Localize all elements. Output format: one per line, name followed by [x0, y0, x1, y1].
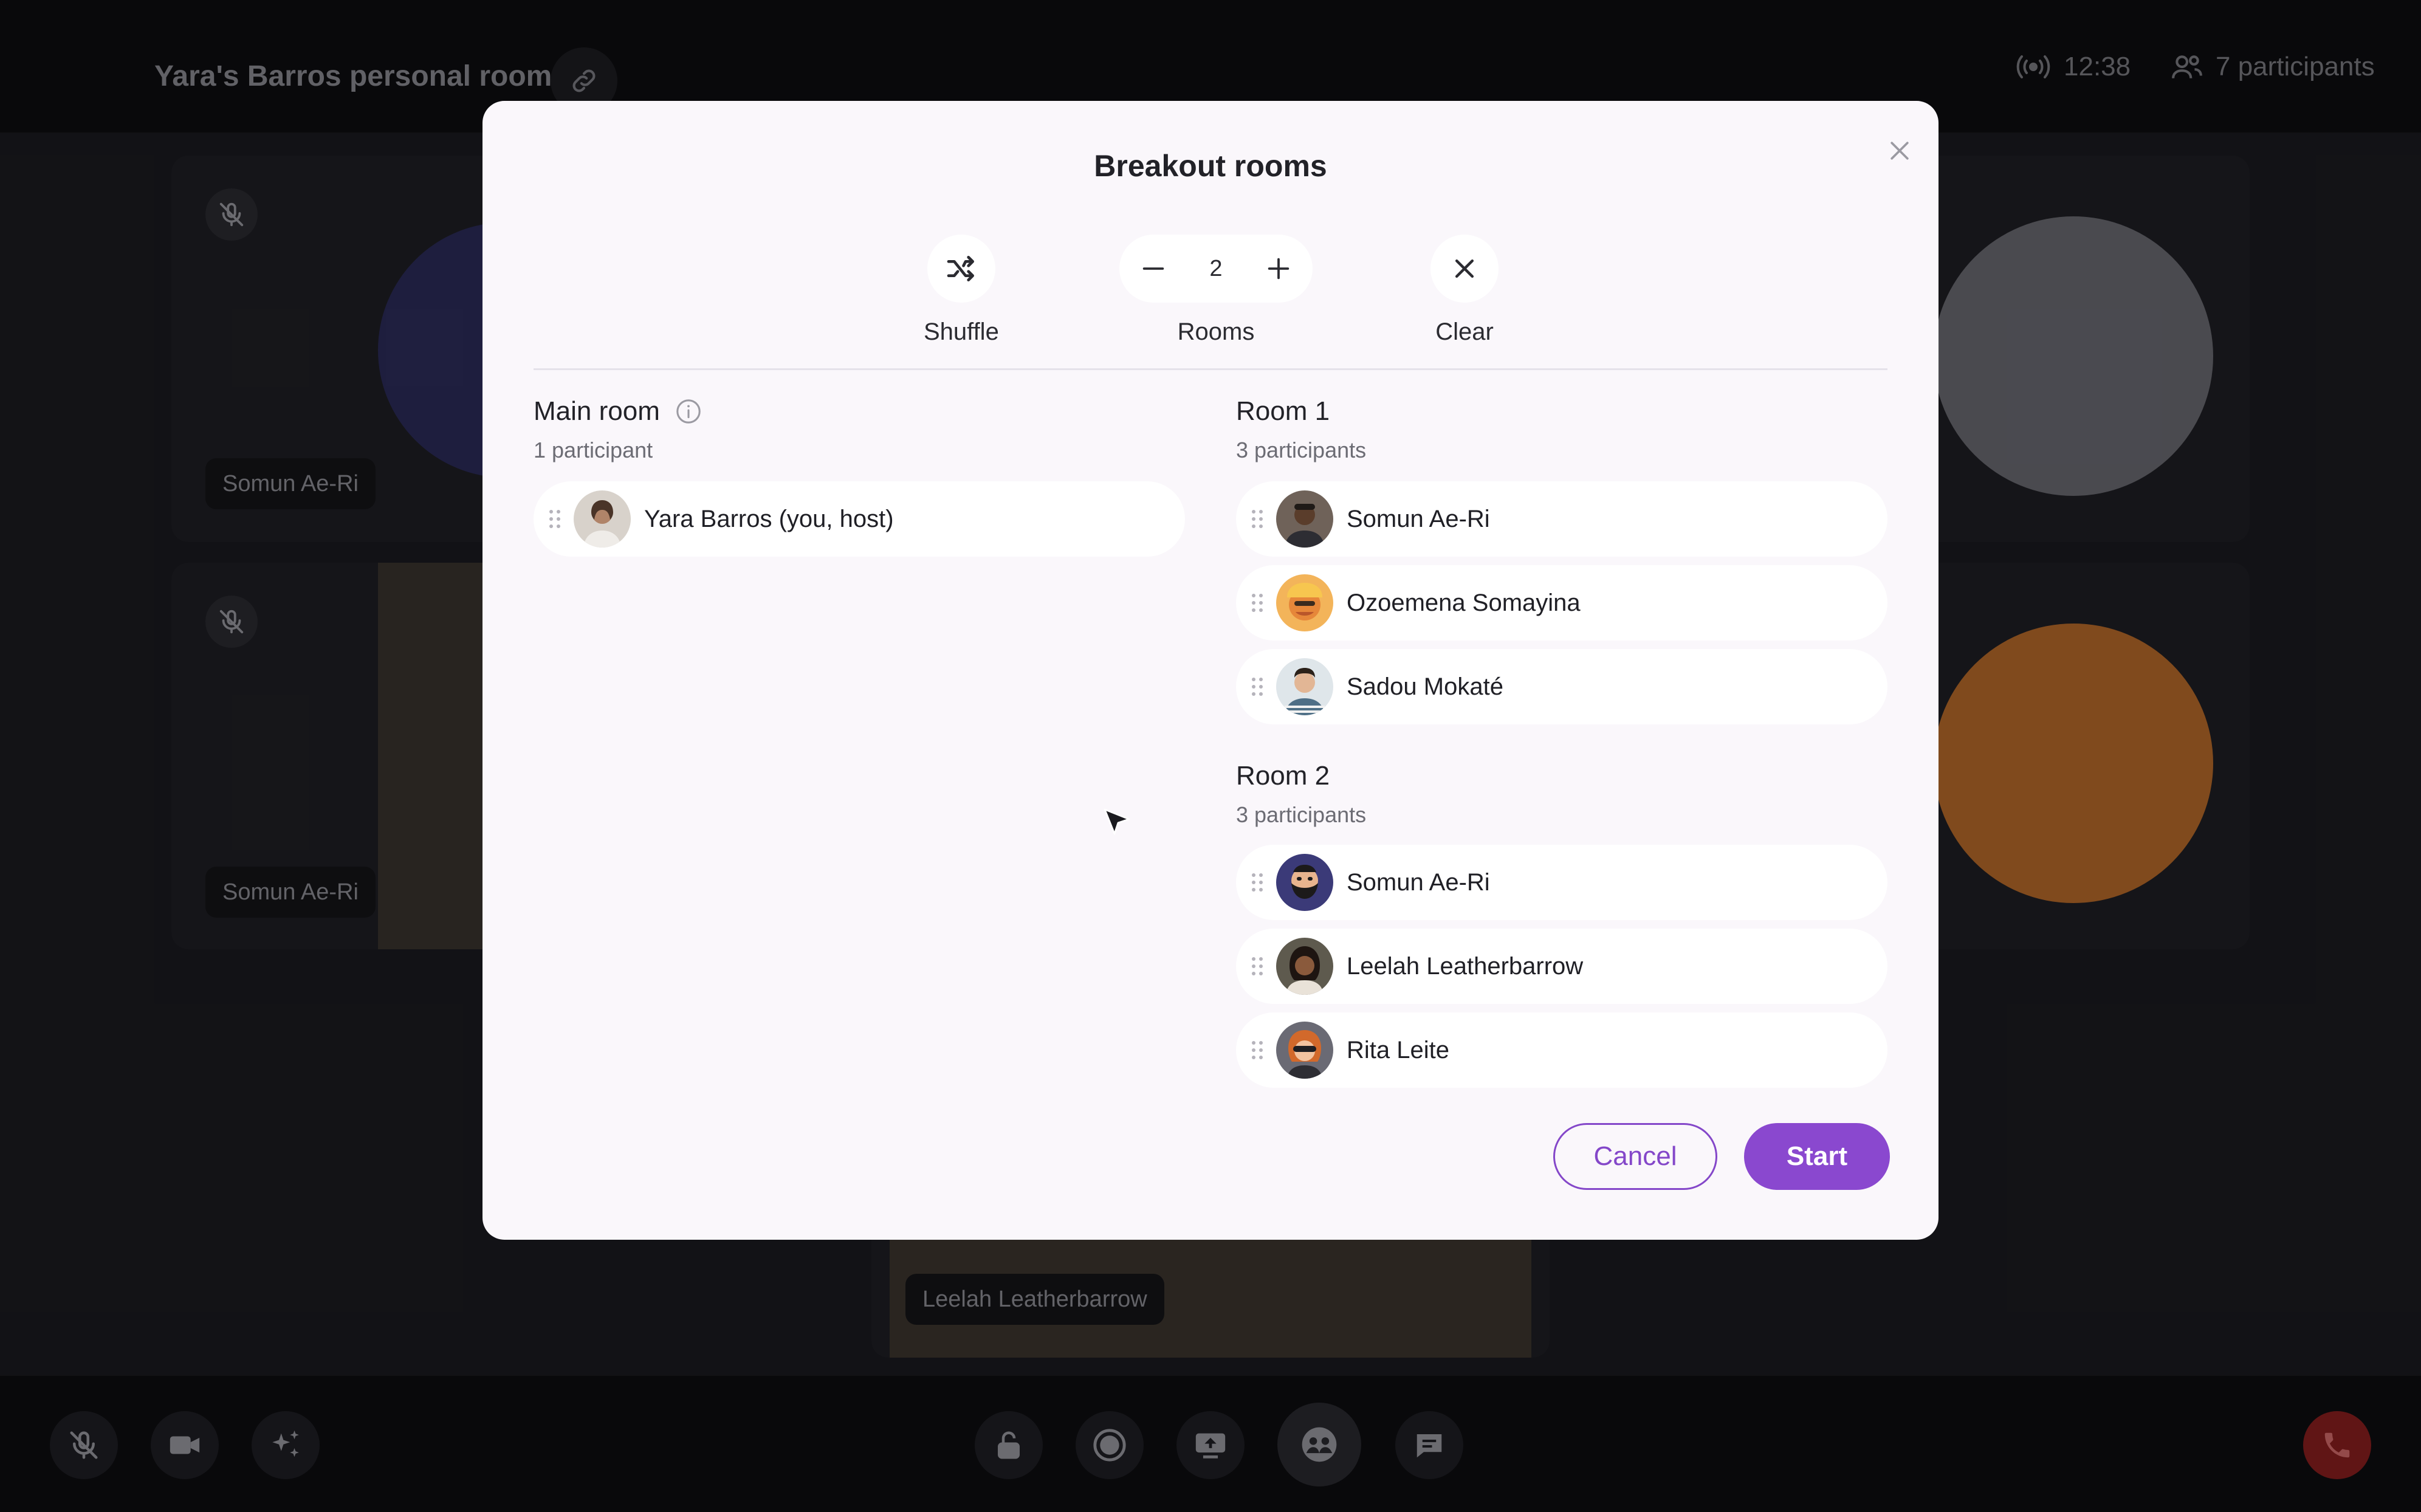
room-1-subtitle: 3 participants: [1236, 438, 1367, 462]
clear-button[interactable]: [1430, 235, 1499, 303]
room-1-header: Room 1: [1236, 396, 1330, 427]
participant-row[interactable]: Sadou Mokaté: [1236, 649, 1887, 724]
drag-handle-icon[interactable]: [1252, 510, 1263, 528]
main-room-subtitle: 1 participant: [534, 438, 653, 462]
drag-handle-icon[interactable]: [1252, 957, 1263, 975]
minus-icon: [1142, 267, 1164, 270]
avatar: [1276, 938, 1333, 995]
clear-label: Clear: [1435, 318, 1494, 345]
participant-name: Somun Ae-Ri: [1347, 505, 1490, 532]
mouse-cursor-icon: [1104, 808, 1130, 835]
participant-row[interactable]: Somun Ae-Ri: [1236, 845, 1887, 920]
participant-name: Rita Leite: [1347, 1036, 1449, 1064]
avatar: [574, 490, 631, 548]
drag-handle-icon[interactable]: [1252, 1041, 1263, 1059]
room-2-subtitle: 3 participants: [1236, 802, 1367, 827]
avatar: [1276, 574, 1333, 631]
divider: [534, 368, 1887, 370]
participant-name: Sadou Mokaté: [1347, 673, 1503, 700]
participant-name: Yara Barros (you, host): [644, 505, 894, 532]
close-button[interactable]: [1875, 126, 1924, 175]
avatar: [1276, 490, 1333, 548]
avatar: [1276, 854, 1333, 911]
participant-row[interactable]: Ozoemena Somayina: [1236, 565, 1887, 641]
main-room-header: Main room: [534, 396, 702, 427]
room-2-header: Room 2: [1236, 761, 1330, 791]
shuffle-icon: [947, 256, 974, 281]
participant-row[interactable]: Leelah Leatherbarrow: [1236, 929, 1887, 1004]
participant-row[interactable]: Yara Barros (you, host): [534, 481, 1185, 557]
info-icon[interactable]: [675, 397, 702, 425]
decrease-rooms-button[interactable]: [1128, 243, 1179, 294]
participant-row[interactable]: Somun Ae-Ri: [1236, 481, 1887, 557]
clear-icon: [1455, 259, 1474, 278]
rooms-tool: 2 Rooms: [1119, 235, 1313, 346]
avatar: [1276, 658, 1333, 715]
close-icon: [1890, 142, 1909, 160]
drag-handle-icon[interactable]: [1252, 678, 1263, 696]
participant-name: Somun Ae-Ri: [1347, 868, 1490, 896]
dialog-title: Breakout rooms: [1094, 149, 1327, 183]
participant-name: Ozoemena Somayina: [1347, 589, 1581, 616]
drag-handle-icon[interactable]: [1252, 594, 1263, 612]
participant-name: Leelah Leatherbarrow: [1347, 952, 1584, 980]
room-1-title: Room 1: [1236, 396, 1330, 426]
shuffle-label: Shuffle: [924, 318, 999, 345]
rooms-stepper[interactable]: 2: [1119, 235, 1313, 303]
room-2-title: Room 2: [1236, 761, 1330, 791]
avatar: [1276, 1022, 1333, 1079]
shuffle-tool: Shuffle: [924, 235, 999, 346]
increase-rooms-button[interactable]: [1253, 243, 1304, 294]
rooms-count: 2: [1209, 255, 1223, 281]
shuffle-button[interactable]: [927, 235, 995, 303]
drag-handle-icon[interactable]: [1252, 873, 1263, 892]
breakout-rooms-dialog: Breakout rooms Shuffle 2 Rooms Clear Mai…: [482, 101, 1939, 1240]
main-room-title: Main room: [534, 396, 660, 426]
plus-icon: [1268, 258, 1289, 280]
clear-tool: Clear: [1430, 235, 1499, 346]
rooms-label: Rooms: [1177, 318, 1255, 345]
start-button[interactable]: Start: [1744, 1123, 1890, 1190]
drag-handle-icon[interactable]: [549, 510, 560, 528]
participant-row[interactable]: Rita Leite: [1236, 1012, 1887, 1088]
cancel-button[interactable]: Cancel: [1553, 1123, 1717, 1190]
